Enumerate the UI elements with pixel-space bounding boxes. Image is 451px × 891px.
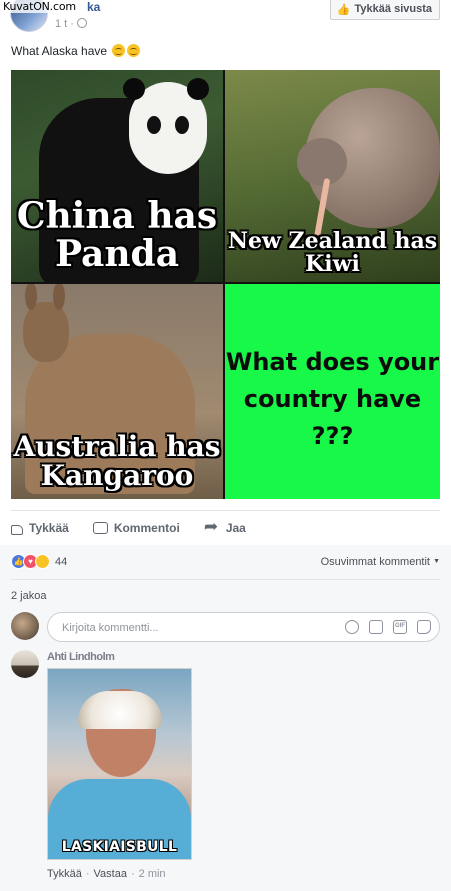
share-arrow-icon (204, 517, 220, 537)
haha-icon (35, 554, 50, 569)
commenter-name[interactable]: Ahti Lindholm (47, 651, 115, 663)
post-text: What Alaska have (11, 44, 141, 58)
comment-input[interactable] (60, 613, 324, 643)
kangaroo-ear (53, 284, 65, 310)
sort-comments-dropdown[interactable]: Osuvimmat kommentit ▼ (321, 556, 440, 568)
like-page-label: Tykkää sivusta (354, 3, 432, 15)
caption-china: China has Panda (16, 195, 218, 275)
post-time-text[interactable]: 1 t · (55, 18, 74, 30)
divider (11, 510, 440, 511)
meme-image[interactable]: China has Panda New Zealand has Kiwi Aus… (11, 70, 440, 499)
comment-composer[interactable]: GIF (47, 612, 440, 643)
comment-meta: Tykkää · Vastaa · 2 min (47, 868, 166, 880)
post-actions: Tykkää Kommentoi Jaa (11, 512, 440, 544)
camera-icon[interactable] (369, 620, 383, 634)
panda-panel: China has Panda (11, 70, 223, 282)
like-page-button[interactable]: 👍 Tykkää sivusta (329, 0, 440, 20)
emoji-icon[interactable] (345, 620, 359, 634)
comment-image[interactable]: LASKIAISBULL (47, 668, 192, 860)
panda-ear (187, 78, 209, 100)
comment-reply-link[interactable]: Vastaa (94, 868, 127, 880)
grinning-emoji-icon (127, 44, 141, 57)
question-panel: What does your country have ??? (225, 284, 440, 499)
separator-dot: · (130, 868, 135, 880)
sort-label: Osuvimmat kommentit (320, 556, 430, 568)
comment-bubble-icon (92, 522, 108, 534)
user-avatar[interactable] (11, 612, 39, 640)
share-button[interactable]: Jaa (204, 517, 246, 537)
caption-australia: Australia has Kangaroo (13, 430, 221, 493)
thumbs-up-icon: 👍 (336, 2, 351, 16)
comment-like-link[interactable]: Tykkää (47, 868, 82, 880)
like-button[interactable]: Tykkää (11, 521, 69, 535)
gif-icon[interactable]: GIF (393, 620, 407, 634)
comment-button[interactable]: Kommentoi (92, 521, 180, 535)
commenter-avatar[interactable] (11, 650, 39, 678)
composer-icons: GIF (345, 620, 431, 634)
sticker-icon[interactable] (417, 620, 431, 634)
panda-eye (175, 116, 189, 134)
page-name[interactable]: ka (87, 0, 100, 14)
divider (11, 579, 440, 580)
caret-down-icon: ▼ (433, 558, 440, 565)
kangaroo-head (23, 284, 69, 362)
cream-bun (78, 691, 162, 729)
comment-image-caption: LASKIAISBULL (61, 839, 178, 855)
reactions-summary[interactable]: 👍 ♥ 44 (11, 554, 67, 569)
kiwi-panel: New Zealand has Kiwi (225, 70, 440, 282)
reaction-count[interactable]: 44 (55, 556, 67, 568)
share-label: Jaa (225, 521, 246, 535)
shares-count[interactable]: 2 jakoa (11, 590, 46, 602)
watermark: KuvatON.com (2, 0, 77, 13)
panda-eye (147, 116, 161, 134)
thumbs-up-icon (11, 525, 23, 535)
panda-ear (123, 78, 145, 100)
kiwi-head (297, 138, 347, 186)
caption-question: What does your country have ??? (225, 348, 440, 451)
comment-time[interactable]: 2 min (139, 868, 166, 880)
caption-new-zealand: New Zealand has Kiwi (227, 228, 438, 278)
post-timestamp[interactable]: 1 t · (55, 18, 87, 30)
like-label: Tykkää (29, 521, 69, 535)
kangaroo-ear (25, 284, 37, 310)
separator-dot: · (85, 868, 90, 880)
globe-icon (76, 18, 87, 28)
comment-label: Kommentoi (113, 521, 180, 535)
kangaroo-panel: Australia has Kangaroo (11, 284, 223, 499)
panda-face (123, 78, 209, 174)
grinning-emoji-icon (112, 44, 126, 57)
post-text-content: What Alaska have (11, 44, 108, 58)
